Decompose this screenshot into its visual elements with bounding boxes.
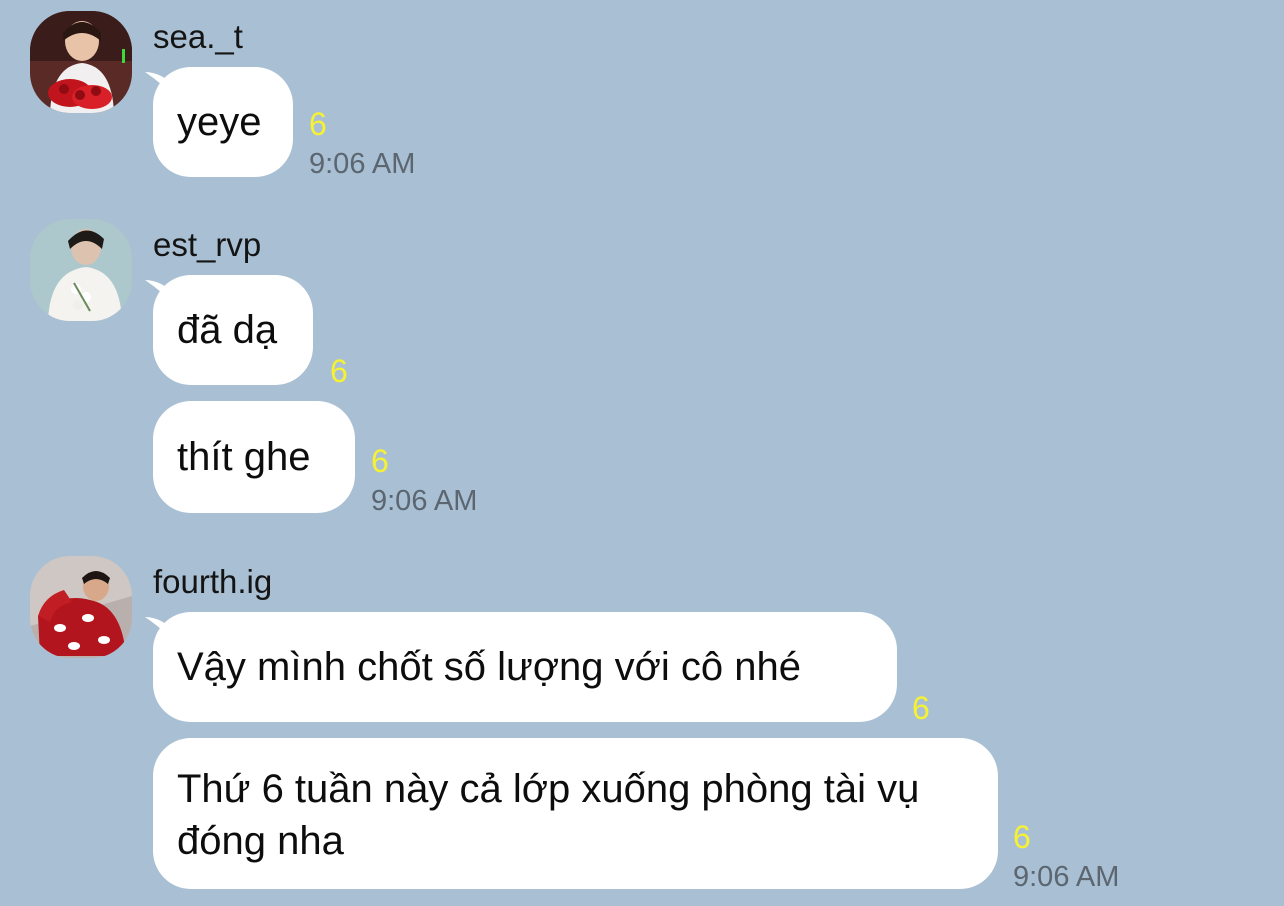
message-timestamp: 9:06 AM: [309, 148, 416, 180]
message-text: thít ghe: [177, 435, 311, 479]
read-count: 6: [912, 690, 930, 726]
chat-message-list: sea._t yeye 6 9:06 AM est_rvp đã dạ 6 th…: [0, 0, 1284, 906]
read-count: 6: [330, 353, 348, 389]
message-text: yeye: [177, 100, 262, 144]
avatar-est-rvp[interactable]: [30, 219, 132, 321]
message-text: đã dạ: [177, 308, 278, 352]
avatar-fourth-ig[interactable]: [30, 556, 132, 658]
message-text: Vậy mình chốt số lượng với cô nhé: [177, 645, 801, 689]
read-count: 6: [1013, 819, 1031, 855]
message-timestamp: 9:06 AM: [371, 485, 478, 517]
read-count: 6: [309, 106, 327, 142]
message-timestamp: 9:06 AM: [1013, 861, 1120, 893]
avatar-photo-roses: [30, 11, 132, 113]
message-bubble[interactable]: yeye: [153, 67, 293, 177]
message-bubble[interactable]: đã dạ: [153, 275, 313, 385]
sender-name: sea._t: [153, 18, 243, 55]
avatar-photo-red-sweater: [30, 556, 132, 658]
message-bubble[interactable]: Thứ 6 tuần này cả lớp xuống phòng tài vụ…: [153, 738, 998, 889]
read-count: 6: [371, 443, 389, 479]
message-bubble[interactable]: Vậy mình chốt số lượng với cô nhé: [153, 612, 897, 722]
avatar-sea-t[interactable]: [30, 11, 132, 113]
sender-name: est_rvp: [153, 226, 262, 263]
avatar-photo-portrait: [30, 219, 132, 321]
sender-name: fourth.ig: [153, 563, 273, 600]
message-text: Thứ 6 tuần này cả lớp xuống phòng tài vụ…: [177, 767, 920, 863]
message-bubble[interactable]: thít ghe: [153, 401, 355, 513]
